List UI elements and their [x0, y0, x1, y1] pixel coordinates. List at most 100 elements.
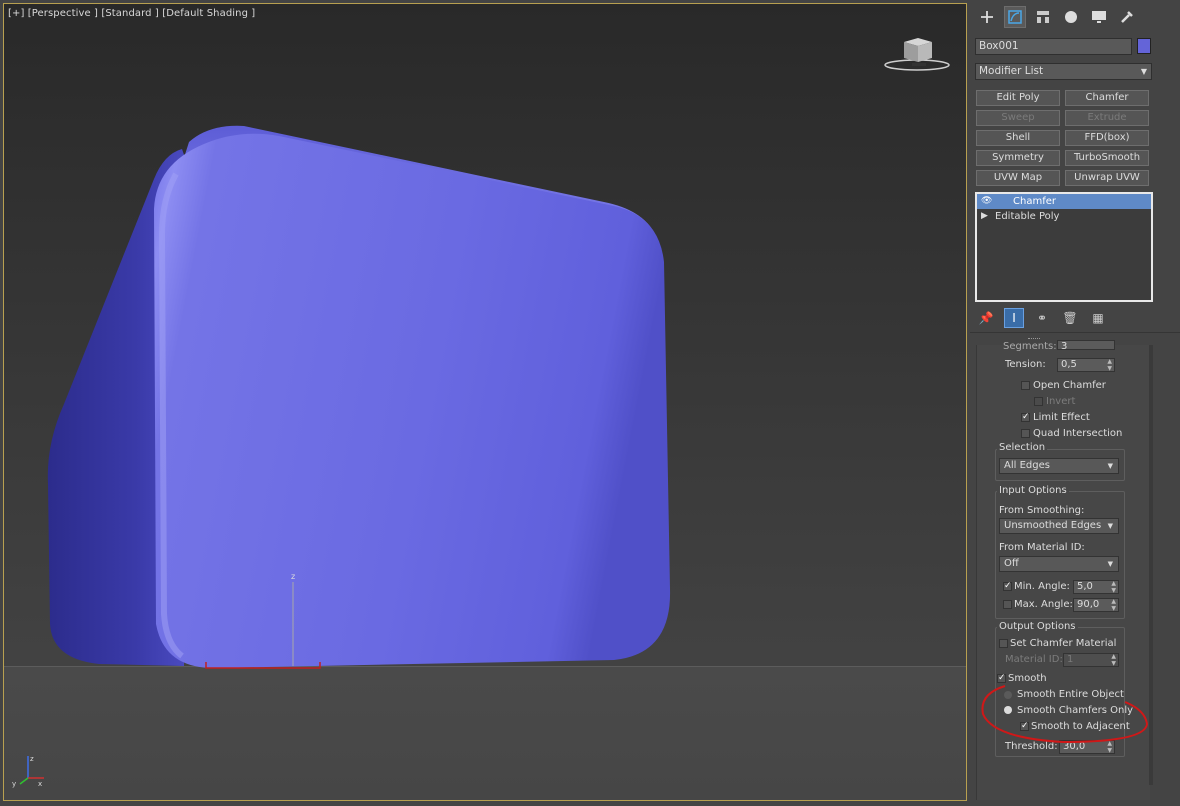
material-id-label: Material ID: [1005, 654, 1063, 665]
limit-effect-label: Limit Effect [1033, 412, 1090, 423]
svg-text:z: z [30, 755, 34, 763]
configure-icon: ▦ [1092, 311, 1104, 325]
perspective-viewport[interactable]: z [+] [Perspective ] [Standard ] [Defaul… [3, 3, 967, 801]
set-chamfer-material-label: Set Chamfer Material [1010, 638, 1117, 649]
limit-effect-checkbox[interactable]: ✓ [1021, 413, 1030, 422]
rollout-scrollbar[interactable] [1149, 345, 1153, 785]
modifier-list-dropdown[interactable]: Modifier List ▼ [975, 63, 1152, 80]
open-chamfer-checkbox[interactable] [1021, 381, 1030, 390]
edit-poly-button[interactable]: Edit Poly [976, 90, 1060, 106]
viewcube-icon[interactable] [882, 32, 952, 74]
chevron-down-icon: ▼ [1107, 560, 1113, 568]
command-panel: Box001 Modifier List ▼ Edit Poly Chamfer… [970, 0, 1180, 806]
turbosmooth-button[interactable]: TurboSmooth [1065, 150, 1149, 166]
tension-label: Tension: [1005, 359, 1046, 370]
material-id-spinner: 1 ▲ ▼ [1063, 653, 1119, 667]
segments-spinner[interactable]: 3 [1057, 340, 1115, 352]
symmetry-button[interactable]: Symmetry [976, 150, 1060, 166]
threshold-spinner[interactable]: 30,0 ▲ ▼ [1059, 740, 1115, 754]
invert-label: Invert [1046, 396, 1076, 407]
selection-value: All Edges [1004, 460, 1050, 471]
extrude-button: Extrude [1065, 110, 1149, 126]
quad-intersection-checkbox[interactable] [1021, 429, 1030, 438]
min-angle-checkbox[interactable]: ✓ [1003, 582, 1012, 591]
motion-tab[interactable] [1060, 6, 1082, 28]
set-chamfer-material-checkbox[interactable] [999, 639, 1008, 648]
sweep-button: Sweep [976, 110, 1060, 126]
uvw-map-button[interactable]: UVW Map [976, 170, 1060, 186]
from-material-id-label: From Material ID: [999, 542, 1085, 553]
smooth-chamfers-only-label: Smooth Chamfers Only [1017, 705, 1134, 716]
tension-spinner[interactable]: 0,5 ▲ ▼ [1057, 358, 1115, 372]
object-color-swatch[interactable] [1137, 38, 1151, 54]
svg-text:y: y [12, 780, 16, 788]
chamfer-button[interactable]: Chamfer [1065, 90, 1149, 106]
modifier-list-label: Modifier List [979, 65, 1044, 77]
hierarchy-tab[interactable] [1032, 6, 1054, 28]
max-angle-checkbox[interactable] [1003, 600, 1012, 609]
invert-checkbox [1034, 397, 1043, 406]
gizmo-z-label: z [291, 572, 295, 581]
from-material-id-value: Off [1004, 558, 1019, 569]
create-tab[interactable] [976, 6, 998, 28]
stack-item-editable-poly[interactable]: ▶ Editable Poly [977, 209, 1151, 224]
min-angle-spinner[interactable]: 5,0 ▲ ▼ [1073, 580, 1119, 594]
smooth-checkbox[interactable]: ✓ [997, 674, 1006, 683]
remove-modifier-button[interactable]: 🗑 [1060, 308, 1080, 328]
chevron-down-icon: ▼ [1107, 522, 1113, 530]
display-tab[interactable] [1088, 6, 1110, 28]
modify-icon [1008, 10, 1022, 24]
from-material-id-dropdown[interactable]: Off ▼ [999, 556, 1119, 572]
pin-stack-button[interactable]: 📌 [976, 308, 996, 328]
motion-icon [1065, 11, 1077, 23]
segments-value: 3 [1061, 341, 1068, 352]
input-options-title: Input Options [997, 485, 1069, 496]
min-angle-value: 5,0 [1077, 581, 1093, 592]
stack-item-label: Chamfer [1013, 196, 1056, 207]
from-smoothing-label: From Smoothing: [999, 505, 1085, 516]
unwrap-uvw-button[interactable]: Unwrap UVW [1065, 170, 1149, 186]
smooth-entire-object-radio[interactable] [1004, 691, 1012, 699]
expand-triangle-icon[interactable]: ▶ [981, 209, 988, 224]
stack-toolbar: 📌 I ⚭ 🗑 ▦ [976, 308, 1151, 328]
utilities-tab[interactable] [1116, 6, 1138, 28]
pin-icon: 📌 [978, 311, 994, 325]
end-result-icon: I [1012, 311, 1016, 325]
segments-label: Segments: [1003, 341, 1057, 352]
box-object[interactable]: z [4, 4, 967, 801]
min-angle-label: Min. Angle: [1014, 581, 1070, 592]
smooth-to-adjacent-label: Smooth to Adjacent [1031, 721, 1130, 732]
tension-value: 0,5 [1061, 359, 1077, 370]
from-smoothing-value: Unsmoothed Edges [1004, 520, 1102, 531]
max-angle-spinner[interactable]: 90,0 ▲ ▼ [1073, 598, 1119, 612]
shell-button[interactable]: Shell [976, 130, 1060, 146]
chevron-down-icon: ▼ [1140, 67, 1147, 76]
ffd-box-button[interactable]: FFD(box) [1065, 130, 1149, 146]
hierarchy-icon [1037, 11, 1049, 23]
object-name-input[interactable]: Box001 [975, 38, 1132, 55]
from-smoothing-dropdown[interactable]: Unsmoothed Edges ▼ [999, 518, 1119, 534]
threshold-label: Threshold: [1005, 741, 1058, 752]
stack-item-label: Editable Poly [995, 211, 1060, 222]
create-icon [981, 11, 993, 23]
divider [970, 332, 1180, 333]
selection-dropdown[interactable]: All Edges ▼ [999, 458, 1119, 474]
smooth-chamfers-only-radio[interactable] [1004, 706, 1012, 714]
threshold-value: 30,0 [1063, 741, 1086, 752]
max-angle-label: Max. Angle: [1014, 599, 1073, 610]
modify-tab[interactable] [1004, 6, 1026, 28]
trash-icon: 🗑 [1062, 311, 1078, 325]
viewport-label-menu[interactable]: [+] [Perspective ] [Standard ] [Default … [8, 8, 255, 19]
show-end-result-button[interactable]: I [1004, 308, 1024, 328]
axis-tripod-icon: z x y [12, 755, 44, 788]
configure-sets-button[interactable]: ▦ [1088, 308, 1108, 328]
command-panel-tabs [970, 6, 1180, 34]
quad-intersection-label: Quad Intersection [1033, 428, 1123, 439]
stack-item-chamfer[interactable]: 👁 Chamfer [977, 194, 1151, 209]
smooth-to-adjacent-checkbox[interactable]: ✓ [1020, 722, 1029, 731]
make-unique-button[interactable]: ⚭ [1032, 308, 1052, 328]
modifier-stack: 👁 Chamfer ▶ Editable Poly [975, 192, 1153, 302]
max-angle-value: 90,0 [1077, 599, 1100, 610]
eye-icon[interactable]: 👁 [981, 194, 992, 209]
svg-text:x: x [38, 780, 42, 788]
